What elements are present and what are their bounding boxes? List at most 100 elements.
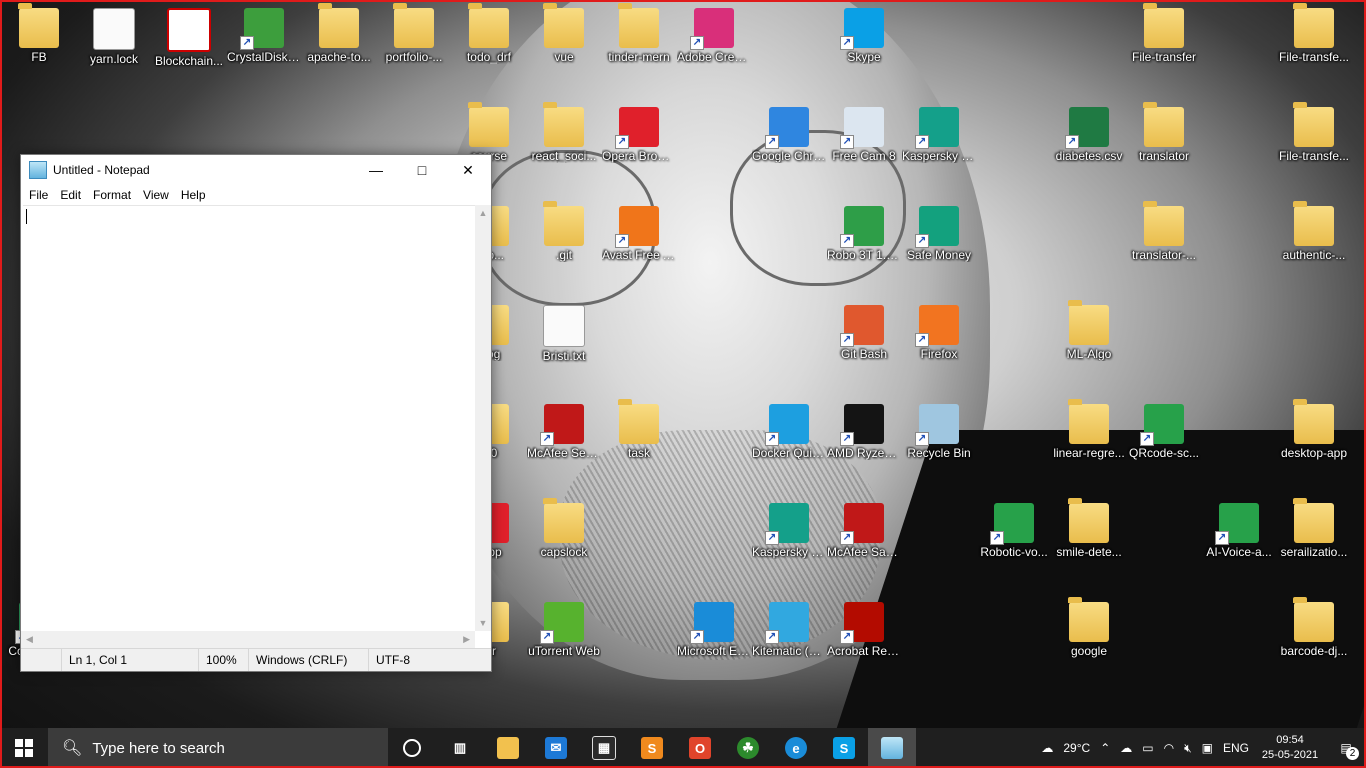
scroll-right-icon[interactable]: ▶ (463, 634, 470, 645)
horizontal-scrollbar[interactable]: ◀ ▶ (21, 631, 475, 649)
desktop-icon[interactable]: AMD Ryzen Master (827, 404, 901, 460)
desktop-icon[interactable]: barcode-dj... (1277, 597, 1351, 658)
meet-now-icon[interactable]: ▣ (1197, 741, 1218, 755)
sublime-button[interactable]: S (628, 728, 676, 768)
desktop-icon-label: react_soci... (531, 149, 597, 163)
desktop-icon[interactable]: Adobe Creati... (677, 8, 751, 64)
tortoise-button[interactable]: ☘ (724, 728, 772, 768)
desktop-icon[interactable]: FB (2, 3, 76, 64)
start-button[interactable] (0, 728, 48, 768)
desktop-icon[interactable]: Git Bash (827, 305, 901, 361)
action-center-button[interactable]: ▤ 2 (1326, 728, 1366, 768)
desktop-icon[interactable]: apache-to... (302, 3, 376, 64)
desktop-icon[interactable]: task (602, 399, 676, 460)
cortana-icon (403, 739, 421, 757)
desktop-icon[interactable]: Kaspersky Security... (902, 107, 976, 163)
desktop-icon[interactable]: Docker Quickst... (752, 404, 826, 460)
desktop-icon[interactable]: File-transfe... (1277, 3, 1351, 64)
desktop-icon-label: Adobe Creati... (677, 50, 751, 64)
menu-format[interactable]: Format (89, 185, 139, 205)
desktop-icon[interactable]: Google Chrome (752, 107, 826, 163)
desktop-icon[interactable]: Bristi.txt (527, 305, 601, 363)
scroll-left-icon[interactable]: ◀ (26, 634, 33, 645)
weather-temperature[interactable]: 29°C (1058, 741, 1095, 755)
app-shortcut-icon (840, 8, 884, 50)
store-button[interactable]: ▦ (580, 728, 628, 768)
desktop-icon[interactable]: Safe Money (902, 206, 976, 262)
desktop-icon[interactable]: portfolio-... (377, 3, 451, 64)
desktop-icon[interactable]: Robo 3T 1.3.1 (827, 206, 901, 262)
desktop-icon[interactable]: QRcode-sc... (1127, 404, 1201, 460)
desktop-icon[interactable]: todo_drf (452, 3, 526, 64)
mail-button[interactable]: ✉ (532, 728, 580, 768)
notepad-titlebar[interactable]: Untitled - Notepad — □ ✕ (21, 155, 491, 185)
desktop-icon[interactable]: Kitematic (Alpha) (752, 602, 826, 658)
desktop-icon[interactable]: google (1052, 597, 1126, 658)
close-button[interactable]: ✕ (445, 155, 491, 185)
weather-icon[interactable]: ☁ (1036, 741, 1058, 755)
desktop-icon[interactable]: Free Cam 8 (827, 107, 901, 163)
desktop-icon[interactable]: authentic-... (1277, 201, 1351, 262)
desktop-icon[interactable]: McAfee Safe Connect (827, 503, 901, 559)
desktop-icon[interactable]: File-transfe... (1277, 102, 1351, 163)
desktop-icon[interactable]: serailizatio... (1277, 498, 1351, 559)
cortana-button[interactable] (388, 728, 436, 768)
minimize-button[interactable]: — (353, 155, 399, 185)
chevron-up-icon[interactable]: ⌃ (1095, 741, 1115, 755)
desktop-icon[interactable]: translator (1127, 102, 1201, 163)
desktop-icon[interactable]: diabetes.csv (1052, 107, 1126, 163)
taskbar-clock[interactable]: 09:54 25-05-2021 (1254, 733, 1326, 763)
desktop-icon[interactable]: File-transfer (1127, 3, 1201, 64)
desktop-icon[interactable]: react_soci... (527, 102, 601, 163)
desktop-icon[interactable]: CrystalDisk... 5 (227, 8, 301, 64)
taskbar-search-box[interactable]: 🔍︎ Type here to search (48, 728, 388, 768)
onedrive-icon[interactable]: ☁ (1115, 741, 1137, 755)
menu-file[interactable]: File (25, 185, 56, 205)
notepad-taskbar-button[interactable] (868, 728, 916, 768)
notepad-window[interactable]: Untitled - Notepad — □ ✕ File Edit Forma… (20, 154, 492, 672)
scroll-up-icon[interactable]: ▲ (475, 205, 491, 221)
edge-button[interactable]: e (772, 728, 820, 768)
desktop-icon[interactable]: tinder-mern (602, 3, 676, 64)
app-shortcut-icon (915, 206, 959, 248)
desktop-icon[interactable]: Opera Browser (602, 107, 676, 163)
task-view-button[interactable]: ▥ (436, 728, 484, 768)
maximize-button[interactable]: □ (399, 155, 445, 185)
status-zoom: 100% (206, 653, 237, 667)
file-explorer-button[interactable] (484, 728, 532, 768)
desktop-icon[interactable]: McAfee Security Sc... (527, 404, 601, 460)
language-indicator[interactable]: ENG (1218, 741, 1254, 755)
desktop-icon[interactable]: PDF Blockchain... (152, 8, 226, 68)
desktop-icon[interactable]: AI-Voice-a... (1202, 503, 1276, 559)
menu-view[interactable]: View (139, 185, 177, 205)
battery-icon[interactable]: ▭ (1137, 741, 1158, 755)
desktop-icon[interactable]: Firefox (902, 305, 976, 361)
wifi-icon[interactable]: ◠ (1159, 741, 1179, 755)
desktop-icon[interactable]: vue (527, 3, 601, 64)
desktop-icon[interactable]: Kaspersky Passwor... (752, 503, 826, 559)
desktop-icon[interactable]: .git (527, 201, 601, 262)
scroll-down-icon[interactable]: ▼ (475, 615, 491, 631)
desktop-icon[interactable]: ML-Algo (1052, 300, 1126, 361)
office-button[interactable]: O (676, 728, 724, 768)
menu-help[interactable]: Help (177, 185, 214, 205)
notepad-text-area[interactable] (23, 205, 475, 631)
desktop-icon[interactable]: Recycle Bin (902, 404, 976, 460)
desktop-icon[interactable]: Robotic-vo... (977, 503, 1051, 559)
desktop-icon[interactable]: Acrobat Reader DC (827, 602, 901, 658)
desktop-icon[interactable]: capslock (527, 498, 601, 559)
desktop-icon[interactable]: smile-dete... (1052, 498, 1126, 559)
desktop-icon[interactable]: Skype (827, 8, 901, 64)
desktop-icon[interactable]: Avast Free Antivirus (602, 206, 676, 262)
volume-icon[interactable]: 🔇︎ (1179, 741, 1197, 756)
desktop-icon[interactable]: desktop-app (1277, 399, 1351, 460)
desktop-icon-label: todo_drf (466, 50, 512, 64)
menu-edit[interactable]: Edit (56, 185, 89, 205)
desktop-icon[interactable]: translator-... (1127, 201, 1201, 262)
vertical-scrollbar[interactable]: ▲ ▼ (475, 205, 491, 631)
desktop-icon[interactable]: Microsoft Edge (677, 602, 751, 658)
skype-taskbar-button[interactable]: S (820, 728, 868, 768)
desktop-icon[interactable]: linear-regre... (1052, 399, 1126, 460)
desktop-icon[interactable]: uTorrent Web (527, 602, 601, 658)
desktop-icon[interactable]: yarn.lock (77, 8, 151, 66)
